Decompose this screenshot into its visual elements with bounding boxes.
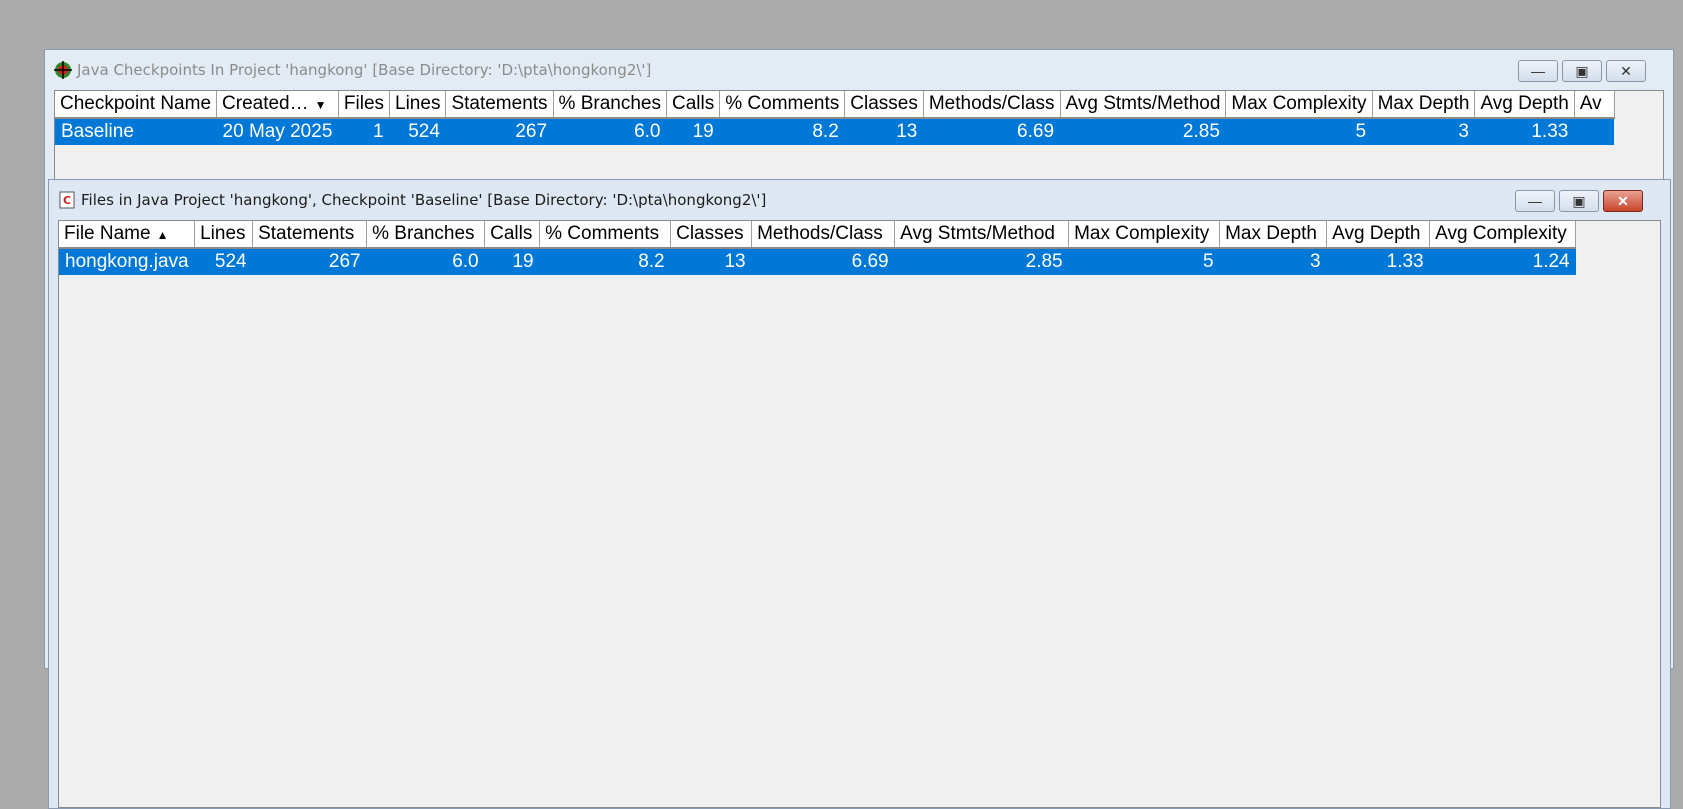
- column-header-lines[interactable]: Lines: [389, 91, 447, 119]
- cell-statements: 267: [252, 248, 367, 275]
- files-table-area: File Name ▲ Lines Statements % Branches C…: [58, 220, 1661, 808]
- checkpoints-window-title: Java Checkpoints In Project 'hangkong' […: [77, 61, 652, 79]
- cell-files: 1: [338, 118, 390, 145]
- cell-branches: 6.0: [366, 248, 485, 275]
- sort-descending-icon: ▼: [314, 98, 327, 112]
- checkpoint-row-baseline[interactable]: Baseline 20 May 2025 1 524 267 6.0 19 8.…: [55, 118, 1615, 145]
- cell-comments: 8.2: [719, 118, 845, 145]
- column-header-branches[interactable]: % Branches: [553, 91, 668, 119]
- close-button[interactable]: ✕: [1603, 190, 1643, 212]
- cell-max-depth: 3: [1372, 118, 1475, 145]
- column-header-branches[interactable]: % Branches: [366, 221, 486, 249]
- cell-calls: 19: [484, 248, 540, 275]
- checkpoint-target-icon: [54, 61, 72, 79]
- column-header-methods-class[interactable]: Methods/Class: [751, 221, 896, 249]
- column-header-max-depth[interactable]: Max Depth: [1219, 221, 1328, 249]
- column-header-avg-complexity[interactable]: Avg Complexity: [1429, 221, 1577, 249]
- column-header-avg-depth[interactable]: Avg Depth: [1474, 91, 1575, 119]
- maximize-button[interactable]: ▣: [1562, 60, 1602, 82]
- checkpoints-table: Checkpoint Name Created… ▼ Files Lines St…: [55, 91, 1615, 145]
- files-window[interactable]: C Files in Java Project 'hangkong', Chec…: [48, 179, 1671, 809]
- column-header-comments[interactable]: % Comments: [719, 91, 846, 119]
- files-header-row: File Name ▲ Lines Statements % Branches C…: [59, 221, 1577, 249]
- column-header-checkpoint-name[interactable]: Checkpoint Name: [55, 91, 218, 119]
- svg-text:C: C: [63, 194, 71, 207]
- column-header-avg-stmts-method[interactable]: Avg Stmts/Method: [1060, 91, 1227, 119]
- cell-statements: 267: [445, 118, 554, 145]
- maximize-icon: ▣: [1572, 193, 1586, 209]
- files-window-titlebar[interactable]: C Files in Java Project 'hangkong', Chec…: [49, 180, 1670, 220]
- cell-classes: 13: [670, 248, 752, 275]
- checkpoints-window-titlebar[interactable]: Java Checkpoints In Project 'hangkong' […: [45, 50, 1673, 90]
- column-header-max-depth[interactable]: Max Depth: [1372, 91, 1476, 119]
- column-header-files[interactable]: Files: [338, 91, 391, 119]
- column-header-statements[interactable]: Statements: [445, 91, 554, 119]
- close-button[interactable]: ✕: [1606, 60, 1646, 82]
- sort-ascending-icon: ▲: [156, 228, 169, 242]
- column-header-file-name[interactable]: File Name ▲: [59, 221, 196, 249]
- minimize-icon: —: [1531, 63, 1545, 79]
- cell-classes: 13: [844, 118, 924, 145]
- column-header-calls[interactable]: Calls: [484, 221, 541, 249]
- column-header-av-truncated[interactable]: Av: [1574, 91, 1615, 119]
- cell-comments: 8.2: [539, 248, 671, 275]
- cell-avg-stmts-method: 2.85: [1060, 118, 1226, 145]
- column-header-classes[interactable]: Classes: [670, 221, 753, 249]
- cell-max-depth: 3: [1219, 248, 1327, 275]
- cell-calls: 19: [666, 118, 720, 145]
- cell-avg-stmts-method: 2.85: [894, 248, 1069, 275]
- cell-lines: 524: [194, 248, 253, 275]
- java-file-icon: C: [58, 191, 76, 209]
- column-header-statements[interactable]: Statements: [252, 221, 368, 249]
- column-header-max-complexity[interactable]: Max Complexity: [1225, 91, 1373, 119]
- column-header-calls[interactable]: Calls: [666, 91, 721, 119]
- files-window-title: Files in Java Project 'hangkong', Checkp…: [81, 191, 767, 209]
- maximize-button[interactable]: ▣: [1559, 190, 1599, 212]
- minimize-button[interactable]: —: [1515, 190, 1555, 212]
- cell-avg-depth: 1.33: [1474, 118, 1575, 145]
- maximize-icon: ▣: [1575, 63, 1589, 79]
- column-header-avg-depth[interactable]: Avg Depth: [1326, 221, 1431, 249]
- minimize-icon: —: [1528, 193, 1542, 209]
- cell-branches: 6.0: [553, 118, 667, 145]
- file-row-hongkong-java[interactable]: hongkong.java 524 267 6.0 19 8.2 13 6.69…: [59, 248, 1576, 275]
- cell-methods-class: 6.69: [923, 118, 1061, 145]
- column-header-created[interactable]: Created… ▼: [216, 91, 339, 119]
- cell-max-complexity: 5: [1225, 118, 1373, 145]
- cell-created: 20 May 2025: [216, 118, 339, 145]
- minimize-button[interactable]: —: [1518, 60, 1558, 82]
- close-icon: ✕: [1620, 63, 1632, 79]
- column-header-max-complexity[interactable]: Max Complexity: [1068, 221, 1221, 249]
- files-table: File Name ▲ Lines Statements % Branches C…: [59, 221, 1577, 275]
- cell-max-complexity: 5: [1068, 248, 1220, 275]
- column-header-methods-class[interactable]: Methods/Class: [923, 91, 1061, 119]
- column-header-classes[interactable]: Classes: [844, 91, 924, 119]
- cell-av-truncated: [1574, 118, 1615, 145]
- cell-checkpoint-name: Baseline: [55, 118, 217, 145]
- column-header-comments[interactable]: % Comments: [539, 221, 672, 249]
- cell-avg-complexity: 1.24: [1429, 248, 1576, 275]
- checkpoints-header-row: Checkpoint Name Created… ▼ Files Lines St…: [55, 91, 1615, 119]
- column-header-lines[interactable]: Lines: [194, 221, 254, 249]
- cell-file-name: hongkong.java: [59, 248, 195, 275]
- column-header-avg-stmts-method[interactable]: Avg Stmts/Method: [894, 221, 1070, 249]
- close-icon: ✕: [1617, 193, 1629, 209]
- cell-avg-depth: 1.33: [1326, 248, 1430, 275]
- cell-lines: 524: [389, 118, 446, 145]
- cell-methods-class: 6.69: [751, 248, 895, 275]
